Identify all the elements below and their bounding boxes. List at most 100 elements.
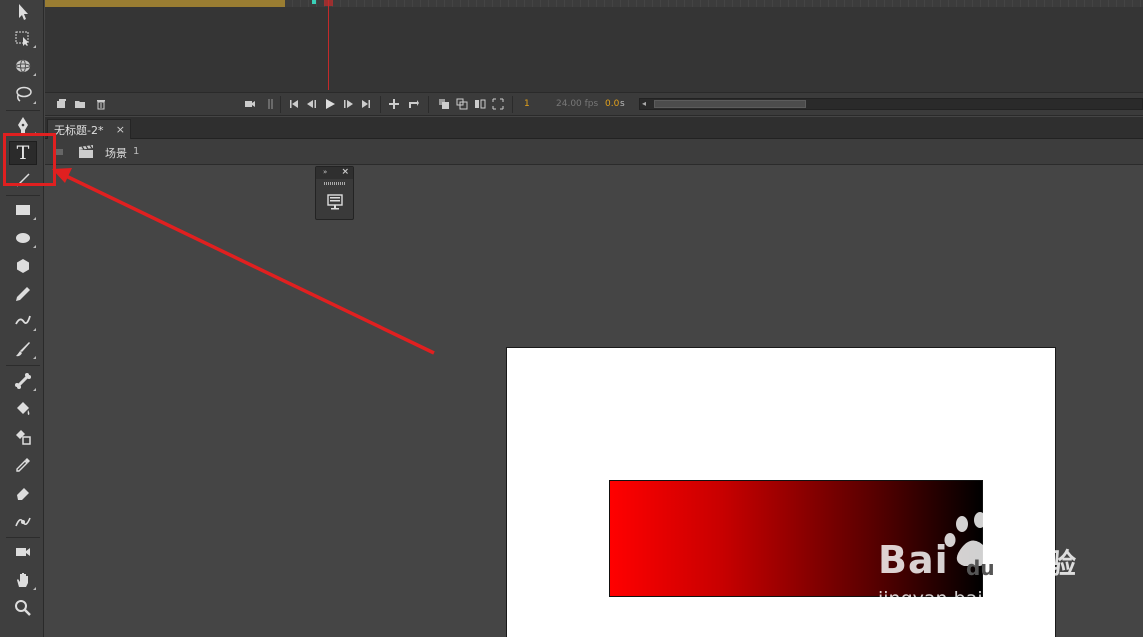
current-frame-readout[interactable]: 1 xyxy=(524,98,530,110)
width-tool[interactable] xyxy=(9,509,37,533)
arrow-icon xyxy=(19,4,28,20)
watermark-jingyan: 经验 xyxy=(1020,547,1077,580)
pencil-tool[interactable] xyxy=(9,282,37,306)
delete-layer-button[interactable] xyxy=(95,98,107,110)
pencil-icon xyxy=(16,287,30,301)
close-tab-icon[interactable]: × xyxy=(116,123,125,136)
camera-toggle-button[interactable] xyxy=(244,98,256,110)
oval-tool[interactable] xyxy=(9,226,37,250)
new-layer-button[interactable] xyxy=(55,98,67,110)
paint-bucket-tool[interactable] xyxy=(9,397,37,421)
fps-readout[interactable]: 24.00 fps xyxy=(556,98,598,110)
lasso-tool[interactable] xyxy=(9,82,37,106)
eyedropper-icon xyxy=(16,458,30,472)
play-button[interactable] xyxy=(324,98,336,110)
multiple-frames-icon xyxy=(475,99,486,109)
watermark-brand: Bai xyxy=(878,538,949,582)
go-to-last-frame-button[interactable] xyxy=(360,98,372,110)
paint-bucket-icon xyxy=(17,402,30,415)
camera-tool[interactable] xyxy=(9,540,37,564)
tools-panel: T xyxy=(0,0,44,637)
bone-icon xyxy=(15,373,31,389)
back-arrow-icon[interactable] xyxy=(55,149,63,155)
width-icon xyxy=(15,517,31,527)
rectangle-tool[interactable] xyxy=(9,198,37,222)
trash-icon xyxy=(97,100,105,110)
time-unit-label: s xyxy=(620,99,625,109)
camera-icon xyxy=(245,101,255,107)
edit-bar: 场景 1 xyxy=(45,139,1143,165)
brush-tool[interactable] xyxy=(9,337,37,361)
clapperboard-icon xyxy=(79,145,93,158)
step-back-icon xyxy=(307,100,316,108)
bone-tool[interactable] xyxy=(9,369,37,393)
scroll-left-icon[interactable]: ◂ xyxy=(642,99,646,109)
new-folder-button[interactable] xyxy=(74,98,86,110)
3d-rotation-icon xyxy=(15,59,31,73)
selection-tool[interactable] xyxy=(9,0,37,24)
lasso-icon xyxy=(16,86,32,102)
last-frame-icon xyxy=(362,100,370,108)
eyedropper-tool[interactable] xyxy=(9,453,37,477)
baidu-watermark: Bai du 经验 jingyan.baidu.com xyxy=(870,510,1100,610)
edit-multiple-frames-button[interactable] xyxy=(474,98,486,110)
document-tab[interactable]: 无标题-2* × xyxy=(47,119,131,139)
onion-skin-icon xyxy=(439,99,449,109)
pen-icon xyxy=(18,117,28,133)
loop-icon xyxy=(409,100,419,108)
scene-label[interactable]: 场景 xyxy=(105,145,127,161)
ink-bottle-icon xyxy=(16,430,31,445)
first-frame-icon xyxy=(290,100,298,108)
rectangle-icon xyxy=(16,205,30,215)
elapsed-time-readout[interactable]: 0.0 xyxy=(605,98,619,110)
onion-skin-outlines-button[interactable] xyxy=(456,98,468,110)
floating-panel-header[interactable]: » × xyxy=(316,167,353,179)
ink-bottle-tool[interactable] xyxy=(9,425,37,449)
keyframe-marker xyxy=(312,0,316,4)
playhead[interactable] xyxy=(328,0,329,90)
step-forward-icon xyxy=(344,100,353,108)
panel-grip[interactable] xyxy=(324,182,345,185)
center-frame-button[interactable] xyxy=(388,98,400,110)
new-layer-icon xyxy=(57,99,66,108)
free-transform-tool[interactable] xyxy=(9,26,37,50)
zoom-tool[interactable] xyxy=(9,596,37,620)
onion-skin-button[interactable] xyxy=(438,98,450,110)
onion-outline-icon xyxy=(456,98,468,110)
expand-panel-icon[interactable]: » xyxy=(323,168,327,176)
scene-number: 1 xyxy=(133,146,140,157)
annotation-highlight-box xyxy=(3,133,56,186)
eraser-tool[interactable] xyxy=(9,481,37,505)
3d-rotation-tool[interactable] xyxy=(9,54,37,78)
parenting-toggle-button[interactable] xyxy=(265,98,277,110)
floating-panel[interactable]: » × xyxy=(315,166,354,220)
step-forward-button[interactable] xyxy=(342,98,354,110)
frames-ruler[interactable] xyxy=(285,0,1143,7)
brush-icon xyxy=(16,342,30,357)
timeline-panel: 1 24.00 fps 0.0 s ◂ xyxy=(45,0,1143,116)
polystar-tool[interactable] xyxy=(9,254,37,278)
go-to-first-frame-button[interactable] xyxy=(288,98,300,110)
scrollbar-thumb[interactable] xyxy=(654,100,806,108)
watermark-url: jingyan.baidu.com xyxy=(878,588,1054,610)
folder-icon xyxy=(75,101,85,108)
markers-icon xyxy=(492,98,504,110)
modify-markers-button[interactable] xyxy=(492,98,504,110)
parent-layers-icon xyxy=(268,99,273,109)
step-back-button[interactable] xyxy=(306,98,318,110)
timeline-controls: 1 24.00 fps 0.0 s ◂ xyxy=(45,92,1143,116)
document-tab-title: 无标题-2* xyxy=(54,123,104,137)
timeline-scrollbar[interactable]: ◂ xyxy=(639,98,1143,110)
paint-brush-tool[interactable] xyxy=(9,309,37,333)
monitor-icon[interactable] xyxy=(326,193,344,211)
oval-icon xyxy=(16,233,30,243)
close-panel-icon[interactable]: × xyxy=(341,167,349,177)
layer-row[interactable] xyxy=(45,0,285,7)
hand-tool[interactable] xyxy=(9,568,37,592)
camera-icon xyxy=(16,548,30,556)
eraser-icon xyxy=(17,488,29,500)
paint-brush-icon xyxy=(15,315,31,325)
loop-button[interactable] xyxy=(408,98,420,110)
play-icon xyxy=(326,99,335,109)
document-tab-bar: 无标题-2* × xyxy=(45,117,1143,139)
